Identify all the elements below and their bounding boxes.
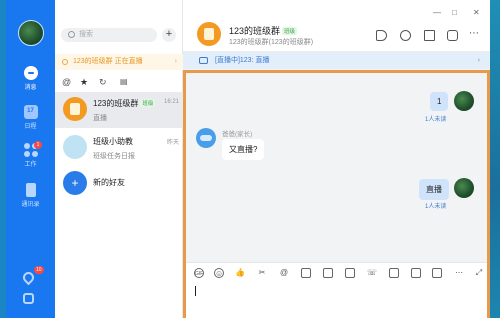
rail-item-label: 通讯录 [21,202,40,208]
close-button[interactable]: ✕ [473,8,480,17]
rail-item-calendar[interactable]: 日程 [6,105,55,130]
contacts-icon [25,183,36,197]
more-icon[interactable]: ⋯ [469,28,479,39]
search-icon [68,31,75,38]
live-banner[interactable]: 123的班级群 正在直播 › [55,54,183,70]
class-tag: 班级 [140,99,156,107]
mention-filter-icon[interactable]: @ [62,77,71,87]
conversation-item[interactable]: 班级小助教 班级任务日报 昨天 [55,130,183,166]
conversation-time: 16:21 [163,99,179,105]
search-placeholder: 搜索 [79,31,93,38]
live-banner-text: 123的班级群 正在直播 [73,58,143,65]
rail-item-work[interactable]: 1 工作 [6,141,55,168]
class-tag: 班级 [282,27,298,35]
search-input[interactable]: 搜索 [61,28,157,42]
calendar-icon [23,105,38,119]
file-filter-icon[interactable]: ▤ [120,77,128,86]
folder-icon[interactable] [424,30,435,41]
announcement-icon[interactable] [376,30,387,41]
add-button[interactable]: + [162,28,176,42]
star-filter-icon[interactable]: ★ [80,77,88,88]
chevron-right-icon: › [477,57,480,64]
work-badge: 1 [34,141,42,149]
conversation-name: 新的好友 [93,178,125,187]
rail-item-label: 工作 [24,162,37,168]
live-video-icon [199,57,208,64]
rail-item-contacts[interactable]: 通讯录 [6,183,55,208]
calendar-icon[interactable] [447,30,458,41]
minimize-button[interactable]: — [433,8,441,17]
chat-title: 123的班级群 班级 [229,24,298,37]
chat-header: — □ ✕ 123的班级群 班级 123的班级群(123的班级群) ⋯ [183,0,490,52]
live-dot-icon [62,59,68,65]
conversation-name: 123的班级群 [93,99,139,108]
message-icon [23,66,38,80]
conversation-list-panel: 搜索 + 123的班级群 正在直播 › @ ★ ↻ ▤ 123的班级群 班级 直播… [55,0,183,318]
group-logo-icon [204,28,214,40]
chevron-right-icon: › [174,58,177,65]
history-filter-icon[interactable]: ↻ [99,77,107,88]
phone-transfer-icon[interactable] [23,293,34,304]
group-avatar [63,97,87,121]
desktop-background-right [490,0,500,318]
rail-item-label: 日程 [24,124,37,130]
chat-group-avatar[interactable] [197,22,221,46]
group-logo-icon [70,103,80,115]
call-badge: 10 [34,266,44,274]
user-avatar[interactable] [18,20,44,46]
chat-title-text: 123的班级群 [229,26,281,36]
nav-rail: 消息 日程 1 工作 通讯录 10 [6,0,55,318]
live-notice-text: [直播中]123: 直播 [215,57,270,64]
conversation-preview: 直播 [93,115,107,122]
rail-item-label: 消息 [24,85,37,91]
highlight-frame [183,70,490,318]
assistant-avatar [63,135,87,159]
filter-bar: @ ★ ↻ ▤ [55,76,183,90]
add-friend-icon: + [63,171,87,195]
maximize-button[interactable]: □ [452,8,457,17]
conversation-preview: 班级任务日报 [93,153,135,160]
live-notice-bar[interactable]: [直播中]123: 直播 › [183,52,490,69]
rail-item-messages[interactable]: 消息 [6,66,55,91]
conversation-item[interactable]: 123的班级群 班级 直播 16:21 [55,92,183,128]
conversation-time: 昨天 [166,140,179,146]
clock-icon[interactable] [400,30,411,41]
chat-subtitle: 123的班级群(123的班级群) [229,39,314,46]
conversation-item[interactable]: + 新的好友 [55,166,183,202]
chat-panel: — □ ✕ 123的班级群 班级 123的班级群(123的班级群) ⋯ [直播中]… [183,0,490,318]
